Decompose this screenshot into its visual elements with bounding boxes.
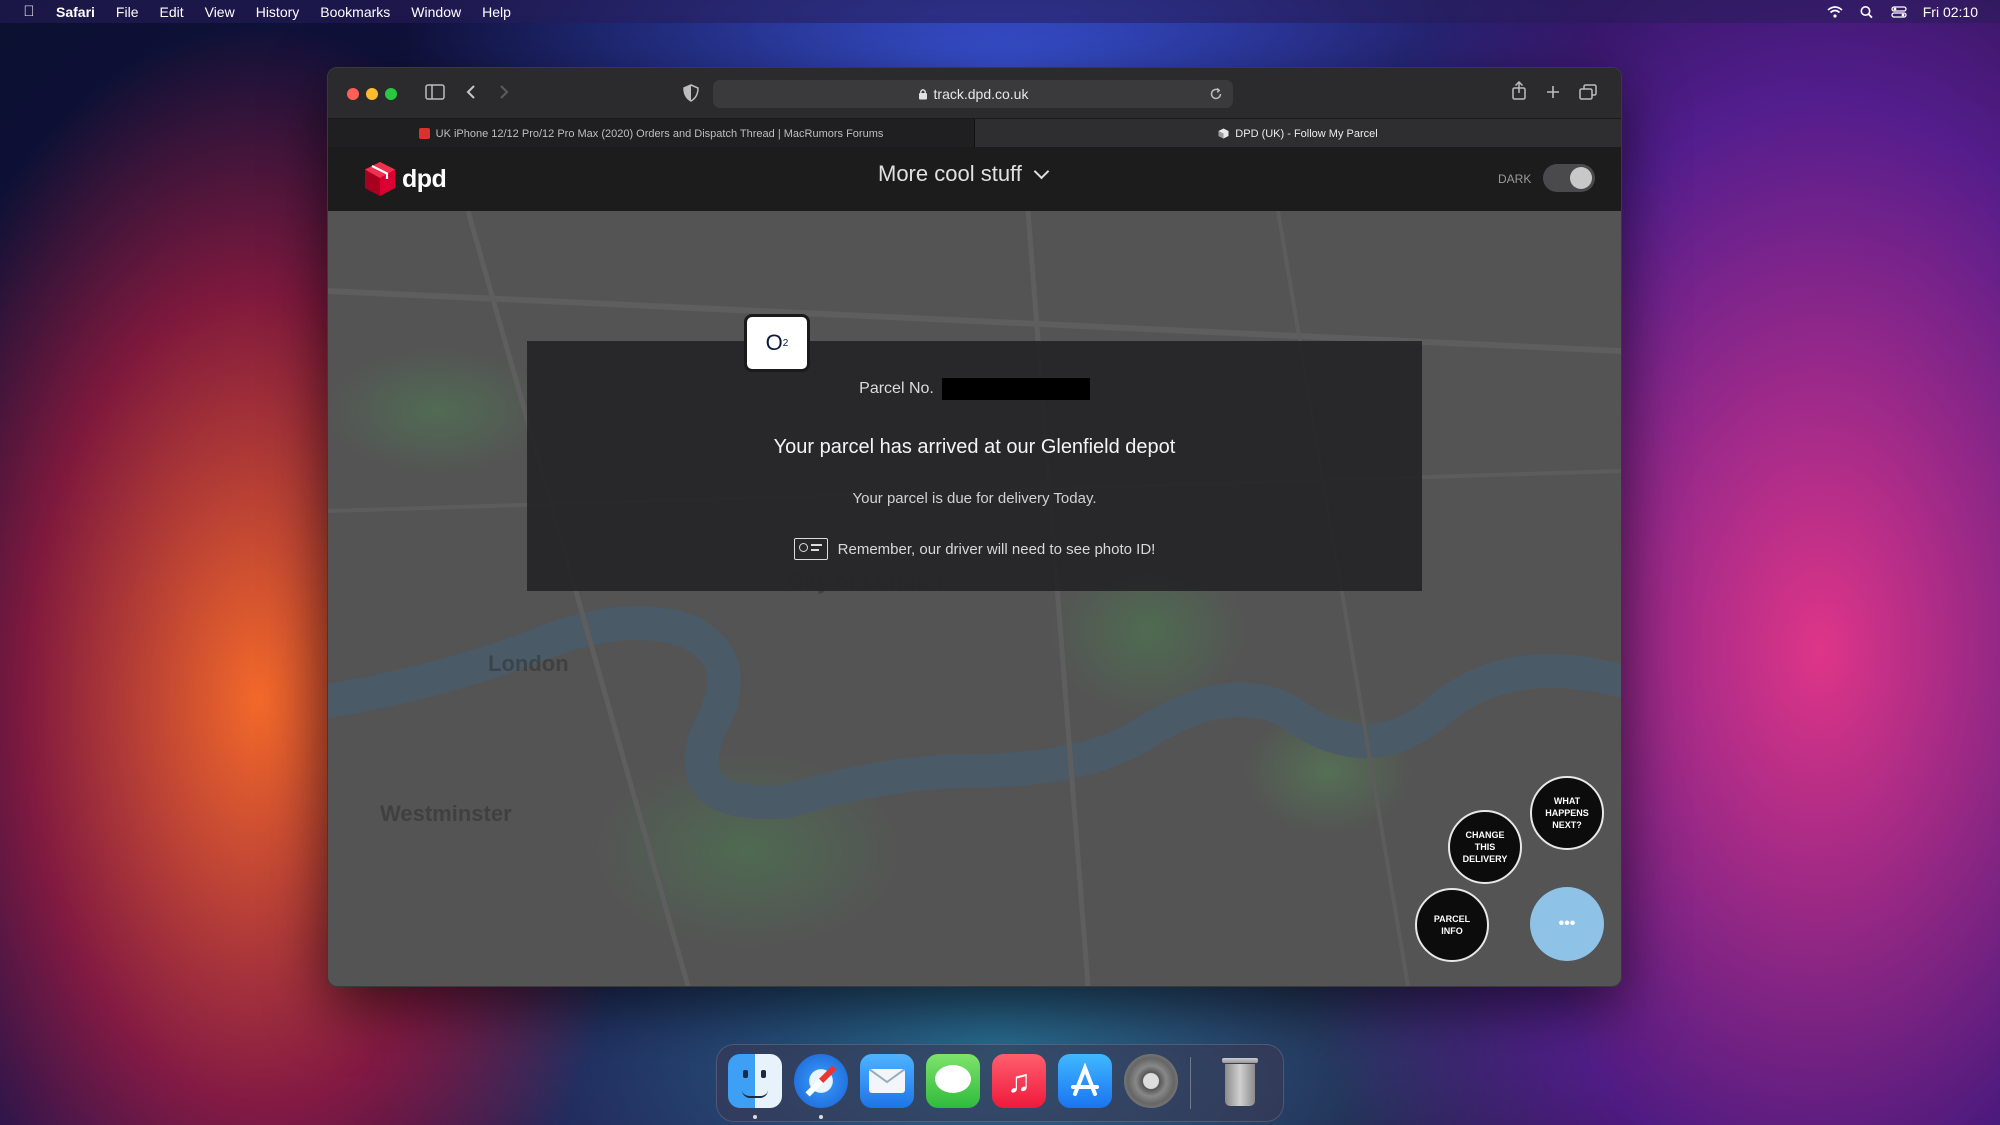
lock-icon [918,89,927,100]
share-icon[interactable] [1511,81,1527,101]
messages-icon[interactable] [926,1054,980,1108]
what-happens-next-label: WHAT HAPPENS NEXT? [1545,796,1589,830]
map-label-westminster: Westminster [380,801,512,826]
sidebar-icon[interactable] [425,84,445,100]
minimize-window-button[interactable] [366,88,378,100]
more-cool-stuff-dropdown[interactable]: More cool stuff [878,161,1050,187]
new-tab-icon[interactable] [1546,85,1560,99]
site-header: dpd More cool stuff DARK [328,147,1621,211]
header-title: More cool stuff [878,161,1022,186]
tab-macrumors[interactable]: UK iPhone 12/12 Pro/12 Pro Max (2020) Or… [328,119,975,148]
dark-mode-toggle[interactable] [1543,164,1595,192]
photo-id-notice: Remember, our driver will need to see ph… [527,538,1422,560]
change-delivery-label: CHANGE THIS DELIVERY [1462,830,1508,864]
dpd-favicon [1218,128,1229,139]
app-store-icon[interactable] [1058,1054,1112,1108]
delivery-due-text: Your parcel is due for delivery Today. [852,490,1097,507]
trash-icon[interactable] [1213,1054,1267,1108]
tracking-card: Parcel No. Your parcel has arrived at ou… [527,341,1422,591]
safari-window: track.dpd.co.uk UK iPhone 12/12 Pro/12 P… [327,67,1622,987]
browser-toolbar: track.dpd.co.uk [328,68,1621,118]
more-actions-button[interactable]: ••• [1530,887,1604,961]
url-text: track.dpd.co.uk [933,86,1029,102]
zoom-window-button[interactable] [385,88,397,100]
tab-label: DPD (UK) - Follow My Parcel [1235,127,1378,140]
what-happens-next-button[interactable]: WHAT HAPPENS NEXT? [1530,776,1604,850]
tab-overview-icon[interactable] [1579,84,1597,100]
change-delivery-button[interactable]: CHANGE THIS DELIVERY [1448,810,1522,884]
privacy-shield-icon[interactable] [683,84,699,102]
map-label-london: London [488,651,569,676]
toggle-knob [1570,167,1592,189]
menu-bookmarks[interactable]: Bookmarks [320,4,390,20]
reload-icon[interactable] [1209,87,1223,101]
back-icon[interactable] [465,84,477,100]
control-center-icon[interactable] [1891,5,1907,19]
thames-river [328,211,1621,986]
parcel-number-redacted [941,378,1090,400]
id-card-icon [793,538,828,560]
menu-bar:  Safari File Edit View History Bookmark… [0,0,2000,23]
mail-icon[interactable] [860,1054,914,1108]
dock: ♫ [716,1044,1284,1122]
parcel-number-row: Parcel No. [527,378,1422,400]
address-bar[interactable]: track.dpd.co.uk [713,80,1233,108]
parcel-info-label: PARCEL INFO [1433,914,1471,936]
wifi-icon[interactable] [1827,5,1843,19]
safari-running-indicator [819,1115,823,1119]
dock-divider [1190,1057,1191,1109]
more-actions-icon: ••• [1558,915,1576,932]
menu-file[interactable]: File [116,4,139,20]
macrumors-favicon [418,128,430,139]
map[interactable]: London Westminster City of London [328,211,1621,986]
finder-icon[interactable] [728,1054,782,1108]
o2-logo-text: O [765,330,783,355]
finder-running-indicator [753,1115,757,1119]
menu-window[interactable]: Window [411,4,461,20]
forward-icon[interactable] [498,84,510,100]
brand-name: dpd [402,164,447,193]
close-window-button[interactable] [347,88,359,100]
menu-view[interactable]: View [205,4,235,20]
menu-edit[interactable]: Edit [159,4,183,20]
system-preferences-icon[interactable] [1124,1054,1178,1108]
o2-logo: O2 [744,314,810,372]
dpd-page: London Westminster City of London dpd Mo… [328,147,1621,986]
search-icon[interactable] [1859,5,1875,19]
dpd-logo[interactable]: dpd [364,161,447,197]
photo-id-text: Remember, our driver will need to see ph… [837,540,1156,558]
safari-icon[interactable] [794,1054,848,1108]
chevron-down-icon [1033,163,1050,179]
clock[interactable]: Fri 02:10 [1923,4,1978,20]
menu-safari[interactable]: Safari [56,4,95,20]
status-headline: Your parcel has arrived at our Glenfield… [773,436,1176,458]
dark-mode-label: DARK [1498,172,1532,186]
tab-label: UK iPhone 12/12 Pro/12 Pro Max (2020) Or… [435,127,884,140]
o2-logo-sub: 2 [782,337,789,349]
dpd-cube-icon [365,162,395,196]
parcel-label: Parcel No. [859,380,934,397]
tab-dpd[interactable]: DPD (UK) - Follow My Parcel [975,119,1621,148]
menu-history[interactable]: History [256,4,300,20]
apple-menu-icon[interactable]:  [20,3,38,20]
music-icon[interactable]: ♫ [992,1054,1046,1108]
parcel-info-button[interactable]: PARCEL INFO [1415,888,1489,962]
menu-help[interactable]: Help [482,4,511,20]
tab-bar: UK iPhone 12/12 Pro/12 Pro Max (2020) Or… [328,118,1621,148]
